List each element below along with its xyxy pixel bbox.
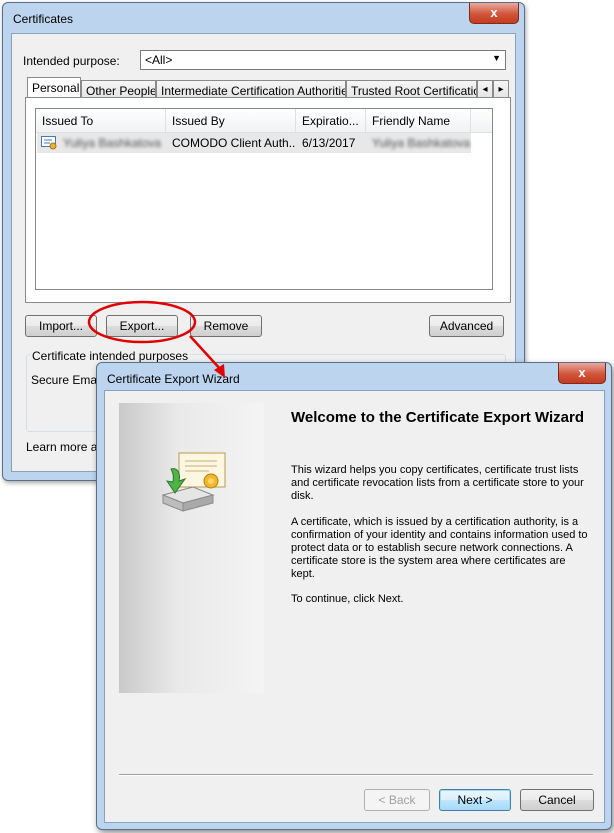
cancel-button[interactable]: Cancel (520, 789, 594, 811)
intended-purpose-label: Intended purpose: (23, 54, 120, 68)
cell-issued-to: Yuliya Bashkatova (63, 136, 162, 150)
cell-expiration: 6/13/2017 (302, 136, 356, 150)
certificate-icon (41, 136, 57, 150)
wizard-paragraph-1: This wizard helps you copy certificates,… (291, 464, 584, 502)
chevron-down-icon: ▼ (492, 53, 501, 63)
wizard-title: Certificate Export Wizard (107, 372, 240, 386)
next-button[interactable]: Next > (439, 789, 511, 811)
certificate-list[interactable]: Issued To Issued By Expiratio... Friendl… (35, 108, 493, 290)
certificate-export-icon (161, 452, 226, 512)
personal-tab-panel: Issued To Issued By Expiratio... Friendl… (25, 97, 511, 303)
intended-purposes-label: Certificate intended purposes (30, 349, 191, 363)
intended-purpose-select[interactable]: <All> ▼ (140, 50, 506, 70)
wizard-close-button[interactable]: x (558, 363, 606, 384)
column-issued-to[interactable]: Issued To (36, 109, 166, 133)
wizard-side-banner (119, 403, 264, 693)
wizard-paragraph-2: A certificate, which is issued by a cert… (291, 516, 588, 580)
wizard-paragraph-3: To continue, click Next. (291, 593, 404, 605)
intended-purposes-value: Secure Email, (31, 373, 106, 387)
dialog-title: Certificates (13, 12, 74, 26)
intended-purpose-value: <All> (145, 53, 173, 67)
wizard-heading: Welcome to the Certificate Export Wizard (291, 409, 584, 426)
export-wizard-dialog: Certificate Export Wizard x Welcome to t… (96, 362, 612, 830)
wizard-client-area: Welcome to the Certificate Export Wizard… (104, 390, 605, 823)
wizard-separator (119, 774, 593, 776)
export-button[interactable]: Export... (106, 315, 178, 337)
column-friendly-name[interactable]: Friendly Name (366, 109, 471, 133)
close-button[interactable]: x (469, 3, 519, 24)
table-row[interactable]: Yuliya Bashkatova COMODO Client Auth... … (37, 133, 471, 153)
cell-issued-by: COMODO Client Auth... (172, 136, 295, 150)
close-icon: x (578, 365, 586, 380)
close-icon: x (490, 5, 498, 20)
column-issued-by[interactable]: Issued By (166, 109, 296, 133)
column-filler (471, 109, 492, 133)
back-button[interactable]: < Back (364, 789, 430, 811)
column-expiration[interactable]: Expiratio... (296, 109, 366, 133)
import-button[interactable]: Import... (25, 315, 97, 337)
remove-button[interactable]: Remove (190, 315, 262, 337)
advanced-button[interactable]: Advanced (429, 315, 504, 337)
cell-friendly-name: Yuliya Bashkatova (372, 136, 470, 150)
